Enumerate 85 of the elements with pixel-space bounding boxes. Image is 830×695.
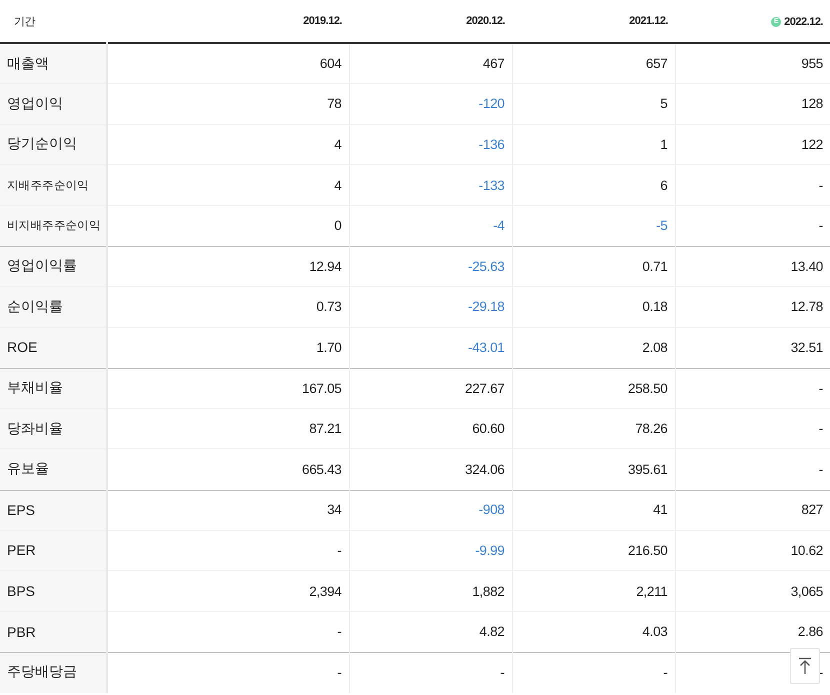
- row-label: 영업이익률: [0, 246, 107, 287]
- table-cell: -9.99: [349, 530, 512, 571]
- table-cell: 2,394: [107, 570, 349, 612]
- table-cell: 4.03: [512, 611, 675, 652]
- table-cell: 0.73: [107, 286, 349, 328]
- table-cell: 324.06: [349, 448, 512, 490]
- table-cell: 0.18: [512, 286, 675, 328]
- table-cell: 2.08: [512, 327, 675, 368]
- table-cell: 13.40: [675, 246, 830, 287]
- table-cell: -: [675, 205, 830, 246]
- table-cell: 955: [675, 43, 830, 84]
- row-label: BPS: [0, 570, 107, 612]
- table-cell: 60.60: [349, 408, 512, 449]
- table-cell: 0: [107, 205, 349, 246]
- table-cell: -133: [349, 164, 512, 206]
- table-cell: 604: [107, 43, 349, 84]
- table-cell: -4: [349, 205, 512, 246]
- table-cell: 2,211: [512, 570, 675, 612]
- row-label: 비지배주주순이익: [0, 205, 107, 246]
- table-cell: 32.51: [675, 327, 830, 368]
- table-cell: 41: [512, 490, 675, 530]
- row-label: ROE: [0, 327, 107, 368]
- table-cell: 1.70: [107, 327, 349, 368]
- table-cell: -: [512, 652, 675, 692]
- table-cell: 227.67: [349, 368, 512, 408]
- table-cell: 128: [675, 84, 830, 124]
- table-cell: 665.43: [107, 448, 349, 490]
- row-label: PBR: [0, 611, 107, 652]
- column-header: 2019.12.: [303, 15, 342, 27]
- table-cell: 10.62: [675, 530, 830, 571]
- table-cell: 6: [512, 164, 675, 206]
- row-label: 당좌비율: [0, 408, 107, 449]
- row-label: 매출액: [0, 43, 107, 84]
- table-cell: 657: [512, 43, 675, 84]
- row-label: EPS: [0, 490, 107, 530]
- table-cell: -: [675, 448, 830, 490]
- table-cell: -: [107, 652, 349, 692]
- table-cell: 1,882: [349, 570, 512, 612]
- table-cell: 1: [512, 124, 675, 165]
- scroll-top-button[interactable]: [790, 648, 820, 684]
- table-cell: 4: [107, 124, 349, 165]
- table-cell: 34: [107, 490, 349, 530]
- table-cell: -: [107, 611, 349, 652]
- table-cell: 167.05: [107, 368, 349, 408]
- table-cell: 12.78: [675, 286, 830, 328]
- row-label: 유보율: [0, 448, 107, 490]
- table-cell: 12.94: [107, 246, 349, 287]
- table-cell: 5: [512, 84, 675, 124]
- table-cell: -: [675, 164, 830, 206]
- table-cell: 0.71: [512, 246, 675, 287]
- arrow-up-icon: [798, 657, 812, 675]
- table-cell: -908: [349, 490, 512, 530]
- table-cell: -: [675, 408, 830, 449]
- row-label: 지배주주순이익: [0, 164, 107, 206]
- row-label: PER: [0, 530, 107, 571]
- table-cell: 827: [675, 490, 830, 530]
- table-cell: -43.01: [349, 327, 512, 368]
- column-header: 2020.12.: [466, 15, 505, 27]
- table-cell: 258.50: [512, 368, 675, 408]
- column-header: 2022.12.: [784, 16, 823, 28]
- row-label: 당기순이익: [0, 124, 107, 165]
- table-cell: 467: [349, 43, 512, 84]
- table-cell: 78: [107, 84, 349, 124]
- table-cell: 395.61: [512, 448, 675, 490]
- row-label: 영업이익: [0, 84, 107, 124]
- table-cell: -: [675, 368, 830, 408]
- column-header: 기간: [14, 16, 35, 28]
- table-cell: 3,065: [675, 570, 830, 612]
- table-cell: -25.63: [349, 246, 512, 287]
- row-label: 주당배당금: [0, 652, 107, 692]
- table-cell: -29.18: [349, 286, 512, 328]
- table-cell: -: [349, 652, 512, 692]
- row-label: 순이익률: [0, 286, 107, 328]
- table-cell: 216.50: [512, 530, 675, 571]
- column-header: 2021.12.: [629, 15, 668, 27]
- table-cell: 4: [107, 164, 349, 206]
- table-cell: 4.82: [349, 611, 512, 652]
- table-cell: 78.26: [512, 408, 675, 449]
- table-cell: -136: [349, 124, 512, 165]
- table-cell: -5: [512, 205, 675, 246]
- table-cell: 122: [675, 124, 830, 165]
- table-cell: -120: [349, 84, 512, 124]
- table-cell: 87.21: [107, 408, 349, 449]
- row-label: 부채비율: [0, 368, 107, 408]
- table-cell: -: [107, 530, 349, 571]
